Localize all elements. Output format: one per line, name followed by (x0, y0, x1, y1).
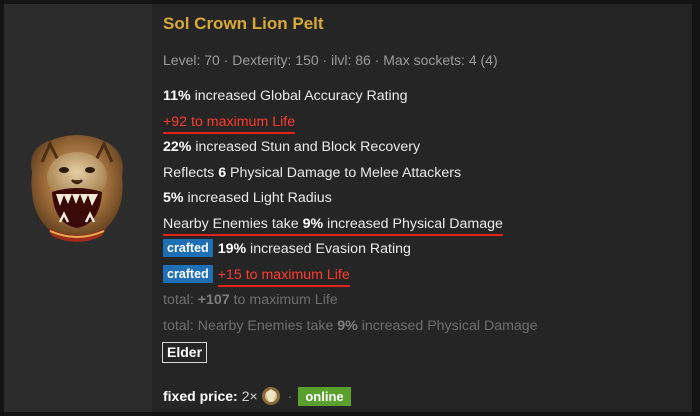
mod-stun-recovery: 22% increased Stun and Block Recovery (163, 139, 421, 155)
dexterity-requirement: Dexterity: 150 (232, 52, 319, 68)
max-sockets: Max sockets: 4 (4) (383, 52, 498, 68)
item-level: ilvl: 86 (331, 52, 371, 68)
lion-pelt-helmet-icon (22, 132, 132, 244)
mod-list: 11% increased Global Accuracy Rating +92… (163, 86, 683, 341)
tooltip-frame: Sol Crown Lion Pelt Level: 70 · Dexterit… (0, 0, 700, 416)
crafted-badge: crafted (163, 239, 213, 257)
exalted-orb-icon (261, 387, 280, 405)
mod-crafted-evasion: crafted 19% increased Evasion Rating (163, 239, 683, 265)
total-nearby-enemies: total: Nearby Enemies take 9% increased … (163, 317, 538, 334)
elder-influence-badge: Elder (162, 342, 208, 363)
mod-light-radius: 5% increased Light Radius (163, 190, 332, 206)
price-row: fixed price: 2× · online (163, 385, 351, 407)
total-life: total: +107 to maximum Life (163, 292, 338, 308)
mod-reflect: Reflects 6 Physical Damage to Melee Atta… (163, 164, 462, 181)
item-requirements: Level: 70 · Dexterity: 150 · ilvl: 86 · … (163, 52, 498, 68)
item-title: Sol Crown Lion Pelt (163, 14, 324, 33)
online-status-badge: online (298, 386, 351, 406)
mod-accuracy: 11% increased Global Accuracy Rating (163, 88, 408, 104)
price-label: fixed price: (163, 388, 238, 404)
price-amount: 2× (241, 388, 258, 404)
mod-nearby-enemies: Nearby Enemies take 9% increased Physica… (163, 214, 683, 240)
mod-crafted-life: crafted +15 to maximum Life (163, 264, 683, 291)
level-requirement: Level: 70 (163, 52, 220, 68)
mod-life: +92 to maximum Life (163, 112, 683, 138)
crafted-badge: crafted (163, 264, 213, 283)
